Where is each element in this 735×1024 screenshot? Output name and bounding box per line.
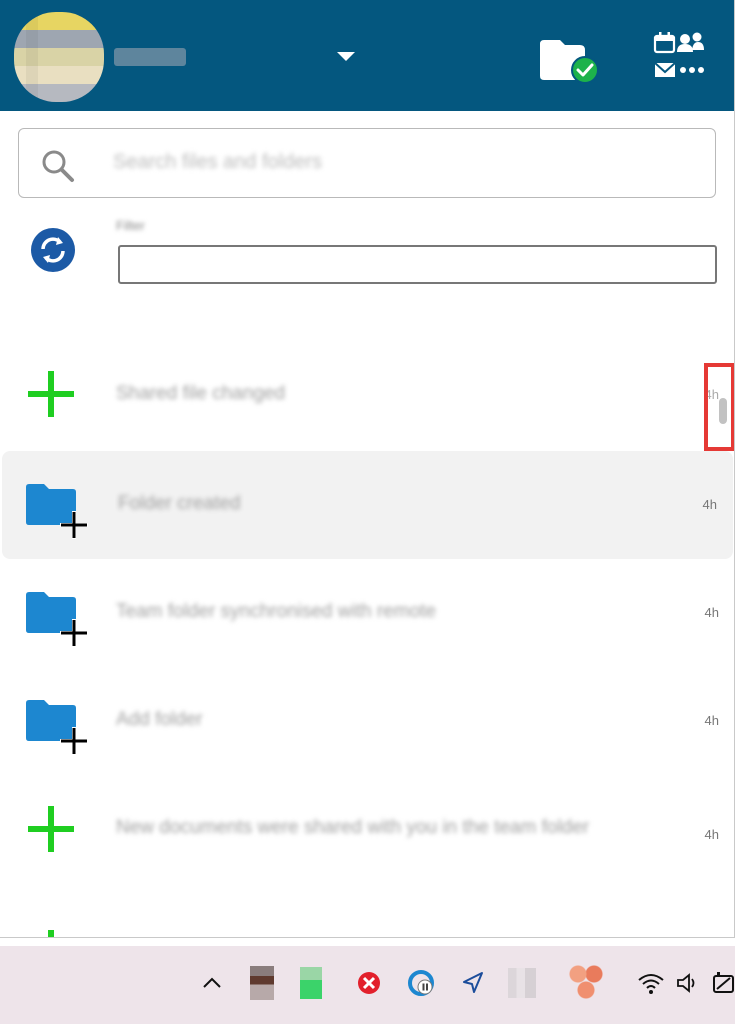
scrollbar-highlight (704, 363, 734, 451)
taskbar (0, 946, 735, 1024)
activity-item[interactable]: Folder created 4h (2, 451, 733, 559)
activity-title: Folder created (118, 493, 241, 514)
chevron-up-icon[interactable] (197, 968, 227, 998)
activity-item[interactable]: Shared file changed 4h (0, 341, 734, 449)
location-arrow-icon[interactable] (458, 968, 488, 998)
filter-label: Filter (116, 218, 145, 233)
filter-input[interactable] (118, 245, 717, 284)
add-plus-icon (28, 806, 74, 852)
volume-icon[interactable] (673, 968, 703, 998)
app-window: user (0, 0, 735, 938)
folder-add-icon (26, 592, 88, 647)
activity-time: 4h (704, 827, 719, 842)
search-field[interactable]: Search files and folders (18, 128, 716, 198)
apps-menu-icon[interactable] (652, 30, 708, 82)
error-icon[interactable] (354, 968, 384, 998)
sync-paused-icon[interactable] (406, 968, 436, 998)
folder-add-icon (26, 484, 88, 539)
tray-app-icon[interactable] (250, 966, 274, 1000)
activity-item[interactable]: New documents were shared with you in th… (0, 775, 734, 883)
battery-icon[interactable] (711, 968, 735, 998)
tray-app-icon[interactable] (300, 967, 322, 999)
activity-item[interactable]: Team folder synchronised with remote 4h (0, 559, 734, 667)
add-plus-icon (28, 371, 74, 417)
app-header: user (0, 0, 734, 111)
avatar[interactable] (14, 12, 104, 102)
activity-item[interactable]: Add folder 4h (0, 667, 734, 775)
wifi-icon[interactable] (636, 968, 666, 998)
activity-title: New documents were shared with you in th… (116, 817, 590, 838)
tray-app-icon[interactable] (508, 968, 536, 998)
sync-status-folder-icon[interactable] (538, 36, 598, 84)
username-label: user (114, 48, 186, 66)
activity-title: Team folder synchronised with remote (116, 601, 436, 622)
account-dropdown-icon[interactable] (337, 52, 355, 61)
add-plus-icon (48, 930, 54, 937)
activity-time: 4h (704, 713, 719, 728)
activity-title: Shared file changed (116, 383, 286, 404)
search-query: Search files and folders (113, 151, 323, 173)
activity-title: Add folder (116, 709, 203, 730)
activity-time: 4h (702, 497, 717, 512)
activity-time: 4h (704, 605, 719, 620)
folder-add-icon (26, 700, 88, 755)
search-icon (42, 150, 74, 182)
tray-app-icon[interactable] (566, 962, 606, 1002)
sync-icon[interactable] (30, 227, 76, 273)
